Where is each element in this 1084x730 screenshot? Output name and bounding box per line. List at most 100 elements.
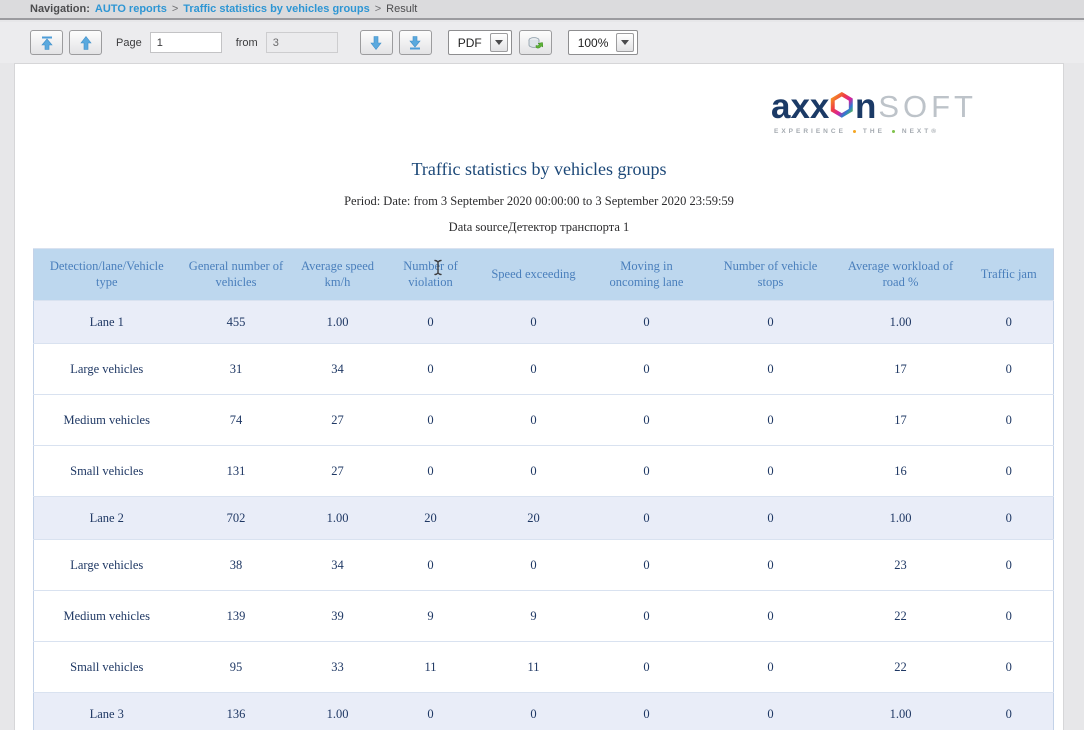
last-page-button[interactable] (399, 30, 432, 55)
table-cell: 17 (837, 395, 965, 446)
navigation-label: Navigation: (30, 3, 90, 15)
arrow-down-icon (368, 35, 384, 51)
row-label-cell: Large vehicles (34, 344, 180, 395)
table-cell: 136 (180, 693, 293, 730)
table-cell: 0 (383, 395, 479, 446)
table-cell: 0 (965, 395, 1054, 446)
table-cell: 0 (383, 693, 479, 730)
table-row: Lane 14551.0000001.000 (34, 301, 1054, 344)
breadcrumb-separator: > (172, 3, 178, 15)
table-cell: 1.00 (837, 301, 965, 344)
row-label-cell: Medium vehicles (34, 395, 180, 446)
column-header: Detection/lane/Vehicle type (34, 249, 180, 301)
table-row: Medium vehicles74270000170 (34, 395, 1054, 446)
table-cell: 0 (705, 540, 837, 591)
table-cell: 27 (293, 395, 383, 446)
table-cell: 9 (383, 591, 479, 642)
breadcrumb: Navigation: AUTO reports > Traffic stati… (0, 0, 1084, 20)
table-cell: 23 (837, 540, 965, 591)
column-header: General number of vehicles (180, 249, 293, 301)
table-cell: 0 (479, 344, 589, 395)
table-cell: 1.00 (837, 497, 965, 540)
arrow-up-icon (78, 35, 94, 51)
first-page-button[interactable] (30, 30, 63, 55)
table-row: Small vehicles131270000160 (34, 446, 1054, 497)
table-cell: 0 (965, 446, 1054, 497)
table-cell: 0 (965, 301, 1054, 344)
zoom-value: 100% (578, 36, 609, 50)
table-cell: 0 (705, 693, 837, 730)
table-cell: 0 (705, 301, 837, 344)
table-cell: 0 (479, 446, 589, 497)
export-format-select[interactable]: PDF (448, 30, 512, 55)
table-cell: 0 (589, 693, 705, 730)
table-cell: 33 (293, 642, 383, 693)
table-cell: 139 (180, 591, 293, 642)
total-pages-field (266, 32, 338, 53)
axxonsoft-logo: axx n SOFT (771, 88, 977, 135)
table-cell: 0 (589, 395, 705, 446)
table-cell: 16 (837, 446, 965, 497)
breadcrumb-report-name[interactable]: Traffic statistics by vehicles groups (183, 3, 369, 15)
tagline-word: NEXT® (902, 128, 939, 135)
logo-text-soft: SOFT (878, 91, 977, 122)
table-cell: 0 (965, 642, 1054, 693)
table-row: Lane 27021.002020001.000 (34, 497, 1054, 540)
logo-hexagon-icon (830, 88, 854, 124)
row-label-cell: Small vehicles (34, 642, 180, 693)
table-cell: 20 (479, 497, 589, 540)
table-cell: 0 (479, 540, 589, 591)
column-header: Moving in oncoming lane (589, 249, 705, 301)
table-cell: 0 (589, 540, 705, 591)
logo-text-n: n (855, 89, 876, 124)
statistics-table: Detection/lane/Vehicle typeGeneral numbe… (33, 248, 1054, 730)
table-cell: 0 (589, 301, 705, 344)
column-header: Speed exceeding (479, 249, 589, 301)
page-number-input[interactable] (150, 32, 222, 53)
table-cell: 0 (965, 540, 1054, 591)
table-cell: 11 (479, 642, 589, 693)
row-label-cell: Large vehicles (34, 540, 180, 591)
report-data-source: Data sourceДетектор транспорта 1 (15, 220, 1063, 235)
logo-text-axx: axx (771, 89, 829, 124)
column-header: Number of vehicle stops (705, 249, 837, 301)
column-header: Number of violation (383, 249, 479, 301)
breadcrumb-auto-reports[interactable]: AUTO reports (95, 3, 167, 15)
table-cell: 11 (383, 642, 479, 693)
text-cursor-icon (433, 259, 443, 276)
tagline-word: EXPERIENCE (774, 128, 846, 135)
table-cell: 34 (293, 344, 383, 395)
chevron-down-icon (616, 33, 634, 52)
row-label-cell: Medium vehicles (34, 591, 180, 642)
tagline-dot-icon (853, 130, 856, 133)
table-row: Large vehicles31340000170 (34, 344, 1054, 395)
table-cell: 0 (705, 395, 837, 446)
report-viewer-window: Navigation: AUTO reports > Traffic stati… (0, 0, 1084, 730)
column-header: Average workload of road % (837, 249, 965, 301)
export-format-value: PDF (458, 36, 482, 50)
report-page: axx n SOFT (14, 63, 1064, 730)
table-cell: 0 (589, 642, 705, 693)
table-cell: 31 (180, 344, 293, 395)
export-button[interactable] (519, 30, 552, 55)
table-cell: 702 (180, 497, 293, 540)
next-page-button[interactable] (360, 30, 393, 55)
table-cell: 0 (383, 301, 479, 344)
chevron-down-icon (490, 33, 508, 52)
table-cell: 0 (383, 446, 479, 497)
table-cell: 95 (180, 642, 293, 693)
table-cell: 131 (180, 446, 293, 497)
breadcrumb-separator: > (375, 3, 381, 15)
table-cell: 0 (705, 446, 837, 497)
table-cell: 1.00 (293, 693, 383, 730)
table-cell: 17 (837, 344, 965, 395)
table-cell: 20 (383, 497, 479, 540)
zoom-select[interactable]: 100% (568, 30, 639, 55)
table-cell: 34 (293, 540, 383, 591)
table-cell: 38 (180, 540, 293, 591)
previous-page-button[interactable] (69, 30, 102, 55)
breadcrumb-result: Result (386, 3, 417, 15)
page-label: Page (116, 37, 142, 49)
table-row: Medium vehicles139399900220 (34, 591, 1054, 642)
table-cell: 0 (479, 693, 589, 730)
